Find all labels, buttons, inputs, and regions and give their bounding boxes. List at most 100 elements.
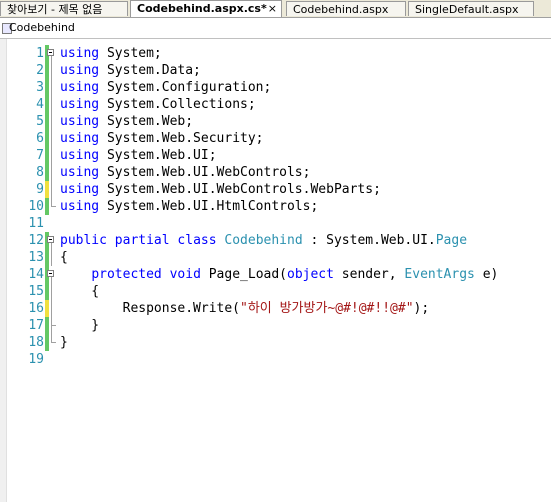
code-line[interactable]: 5 using System.Web; bbox=[0, 113, 551, 130]
code-line[interactable]: 10 using System.Web.UI.HtmlControls; bbox=[0, 198, 551, 215]
code-text[interactable]: using System.Web.Security; bbox=[60, 130, 264, 147]
code-text[interactable]: using System; bbox=[60, 45, 162, 62]
line-number: 13 bbox=[28, 250, 44, 265]
code-token: System.Web.Security; bbox=[99, 131, 264, 146]
code-token: System.Collections; bbox=[99, 97, 256, 112]
line-number: 3 bbox=[36, 80, 44, 95]
code-text[interactable]: } bbox=[60, 334, 68, 351]
code-token: } bbox=[60, 318, 100, 333]
line-number: 18 bbox=[28, 335, 44, 350]
tab-2[interactable]: Codebehind.aspx.cs*× bbox=[130, 0, 282, 17]
code-token: System.Web.UI; bbox=[99, 148, 217, 163]
keyword-token: using bbox=[60, 131, 100, 146]
code-text[interactable]: { bbox=[60, 249, 68, 266]
code-line[interactable]: 17 } bbox=[0, 317, 551, 334]
outline-guide bbox=[46, 198, 56, 215]
line-number: 4 bbox=[36, 97, 44, 112]
code-text[interactable]: Response.Write("하이 방가방가~@#!@#!!@#"); bbox=[60, 300, 430, 317]
code-token: System; bbox=[99, 46, 162, 61]
line-number: 6 bbox=[36, 131, 44, 146]
collapse-outline-icon[interactable] bbox=[46, 266, 56, 283]
class-dropdown-label[interactable]: Codebehind bbox=[9, 18, 75, 38]
code-line[interactable]: 3 using System.Configuration; bbox=[0, 79, 551, 96]
outline-guide bbox=[46, 249, 56, 266]
outline-guide bbox=[46, 130, 56, 147]
code-line[interactable]: 2 using System.Data; bbox=[0, 62, 551, 79]
line-number: 1 bbox=[36, 46, 44, 61]
code-text[interactable]: public partial class Codebehind : System… bbox=[60, 232, 467, 249]
code-text[interactable]: using System.Web.UI; bbox=[60, 147, 217, 164]
keyword-token: using bbox=[60, 80, 100, 95]
tab-label: SingleDefault.aspx bbox=[415, 3, 519, 16]
collapse-outline-icon[interactable] bbox=[46, 45, 56, 62]
code-line[interactable]: 9 using System.Web.UI.WebControls.WebPart… bbox=[0, 181, 551, 198]
code-token: System.Web.UI.WebControls.WebParts; bbox=[99, 182, 381, 197]
code-line[interactable]: 16 Response.Write("하이 방가방가~@#!@#!!@#"); bbox=[0, 300, 551, 317]
code-token: { bbox=[60, 250, 68, 265]
code-text[interactable]: { bbox=[60, 283, 99, 300]
keyword-token: void bbox=[169, 267, 201, 282]
outline-guide bbox=[46, 147, 56, 164]
keyword-token: using bbox=[60, 182, 100, 197]
tab-label: Codebehind.aspx.cs* bbox=[137, 2, 267, 15]
outline-guide bbox=[46, 181, 56, 198]
code-token: Response.Write( bbox=[60, 301, 241, 316]
line-number: 16 bbox=[28, 301, 44, 316]
line-number: 11 bbox=[28, 216, 44, 231]
keyword-token: using bbox=[60, 97, 100, 112]
type-token: Codebehind bbox=[224, 233, 303, 248]
code-text[interactable]: } bbox=[60, 317, 99, 334]
code-line[interactable]: 8 using System.Web.UI.WebControls; bbox=[0, 164, 551, 181]
code-line[interactable]: 14 protected void Page_Load(object sende… bbox=[0, 266, 551, 283]
keyword-token: using bbox=[60, 165, 100, 180]
code-editor[interactable]: 1 using System; 2 using System.Data; 3 using … bbox=[0, 39, 551, 502]
line-number: 10 bbox=[28, 199, 44, 214]
tab-label: Codebehind.aspx bbox=[293, 3, 389, 16]
code-token: System.Data; bbox=[99, 63, 201, 78]
code-line[interactable]: 7 using System.Web.UI; bbox=[0, 147, 551, 164]
code-text[interactable]: using System.Web.UI.WebControls; bbox=[60, 164, 310, 181]
tab-label: 찾아보기 - 제목 없음 bbox=[7, 3, 103, 16]
keyword-token: using bbox=[60, 114, 100, 129]
code-line[interactable]: 12 public partial class Codebehind : Syst… bbox=[0, 232, 551, 249]
tab-4[interactable]: SingleDefault.aspx bbox=[408, 1, 534, 16]
code-token: } bbox=[60, 335, 68, 350]
code-text[interactable]: using System.Web; bbox=[60, 113, 193, 130]
outline-guide bbox=[46, 164, 56, 181]
code-line[interactable]: 13 { bbox=[0, 249, 551, 266]
keyword-token: protected bbox=[91, 267, 162, 282]
line-number: 15 bbox=[28, 284, 44, 299]
line-number: 14 bbox=[28, 267, 44, 282]
code-text[interactable]: using System.Configuration; bbox=[60, 79, 271, 96]
tab-1[interactable]: 찾아보기 - 제목 없음 bbox=[0, 1, 128, 16]
code-line[interactable]: 4 using System.Collections; bbox=[0, 96, 551, 113]
code-text[interactable]: using System.Collections; bbox=[60, 96, 256, 113]
code-text[interactable]: protected void Page_Load(object sender, … bbox=[60, 266, 498, 283]
code-token: { bbox=[60, 284, 100, 299]
code-line[interactable]: 1 using System; bbox=[0, 45, 551, 62]
code-text[interactable]: using System.Web.UI.WebControls.WebParts… bbox=[60, 181, 381, 198]
code-token: System.Web; bbox=[99, 114, 194, 129]
tab-close-icon[interactable]: × bbox=[268, 2, 277, 15]
code-line[interactable]: 11 bbox=[0, 215, 551, 232]
collapse-outline-icon[interactable] bbox=[46, 232, 56, 249]
class-navigation-bar[interactable]: Codebehind bbox=[0, 18, 551, 39]
keyword-token: using bbox=[60, 46, 100, 61]
keyword-token: object bbox=[287, 267, 334, 282]
line-number: 19 bbox=[28, 352, 44, 367]
line-number: 7 bbox=[36, 148, 44, 163]
code-text[interactable]: using System.Web.UI.HtmlControls; bbox=[60, 198, 318, 215]
line-number: 8 bbox=[36, 165, 44, 180]
code-line[interactable]: 15 { bbox=[0, 283, 551, 300]
keyword-token: using bbox=[60, 148, 100, 163]
line-number: 17 bbox=[28, 318, 44, 333]
outline-guide bbox=[46, 79, 56, 96]
code-line[interactable]: 18} bbox=[0, 334, 551, 351]
code-line[interactable]: 6 using System.Web.Security; bbox=[0, 130, 551, 147]
code-text[interactable]: using System.Data; bbox=[60, 62, 201, 79]
code-line[interactable]: 19 bbox=[0, 351, 551, 368]
keyword-token: using bbox=[60, 199, 100, 214]
keyword-token: partial bbox=[114, 233, 170, 248]
tab-3[interactable]: Codebehind.aspx bbox=[286, 1, 406, 16]
